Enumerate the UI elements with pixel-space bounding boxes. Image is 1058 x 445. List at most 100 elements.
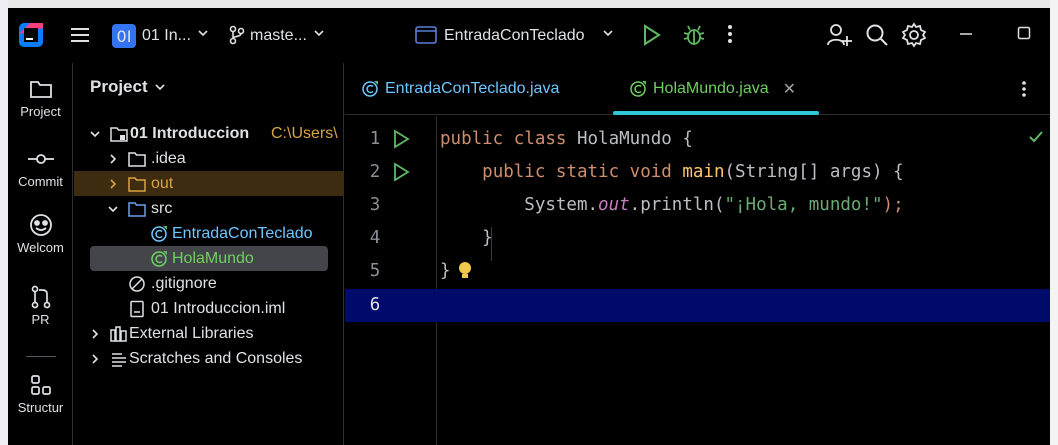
tool-project[interactable]: Project xyxy=(8,77,73,119)
chevron-right-icon[interactable] xyxy=(106,152,120,166)
no-problems-check-icon[interactable] xyxy=(1028,129,1044,150)
java-class-icon xyxy=(150,225,168,243)
project-switcher[interactable]: 01 In... xyxy=(142,27,191,45)
tree-item-path: C:\Users\ xyxy=(271,124,338,142)
line-number: 1 xyxy=(369,129,381,149)
ignore-file-icon xyxy=(128,275,146,293)
run-configuration-icon[interactable] xyxy=(414,24,438,46)
app-logo-icon[interactable] xyxy=(18,22,44,48)
code-line[interactable]: 3 System.out.println("¡Hola, mundo!"); xyxy=(345,189,1050,222)
tree-item-external-libraries[interactable]: External Libraries xyxy=(74,321,344,346)
chevron-down-icon[interactable] xyxy=(88,127,102,141)
tree-item-idea[interactable]: .idea xyxy=(74,146,344,171)
editor-tab-bar: EntradaConTeclado.java HolaMundo.java ✕ xyxy=(345,63,1050,115)
git-branch-icon[interactable] xyxy=(228,25,246,45)
pull-request-icon xyxy=(30,285,52,309)
chevron-down-icon[interactable] xyxy=(602,27,614,39)
tool-label: Commit xyxy=(18,174,63,189)
run-gutter-icon[interactable] xyxy=(391,128,411,155)
chevron-right-icon[interactable] xyxy=(88,327,102,341)
welcome-icon xyxy=(28,213,54,237)
run-icon[interactable] xyxy=(640,23,662,47)
tab-entradaconteclado[interactable]: EntradaConTeclado.java xyxy=(361,63,559,115)
chevron-right-icon[interactable] xyxy=(106,177,120,191)
tab-holamundo[interactable]: HolaMundo.java ✕ xyxy=(629,63,796,115)
tree-item-label: HolaMundo xyxy=(172,249,254,267)
toolbar-divider xyxy=(26,356,56,357)
folder-icon xyxy=(29,77,53,101)
code-line[interactable]: 2 public static void main(String[] args)… xyxy=(345,156,1050,189)
code-line-current[interactable]: 6 xyxy=(345,289,1050,322)
tree-item-scratches[interactable]: Scratches and Consoles xyxy=(74,346,344,371)
tool-label: Structur xyxy=(17,400,64,415)
java-class-icon xyxy=(361,80,379,98)
tab-label: HolaMundo.java xyxy=(653,80,769,97)
tree-item-label: out xyxy=(151,174,174,192)
search-icon[interactable] xyxy=(864,22,890,48)
debug-icon[interactable] xyxy=(682,22,706,48)
more-tabs-icon[interactable] xyxy=(1020,79,1028,104)
lightbulb-icon[interactable] xyxy=(458,261,472,286)
folder-icon xyxy=(128,150,146,168)
tree-item-label: Scratches and Consoles xyxy=(129,349,303,367)
code-text: public class HolaMundo { xyxy=(440,129,693,149)
add-user-icon[interactable] xyxy=(826,22,852,48)
tool-window-bar: Project Commit Welcom PR Structur xyxy=(8,63,73,445)
background-window-strip-right xyxy=(1050,0,1058,445)
run-configuration-selector[interactable]: EntradaConTeclado xyxy=(444,27,585,45)
line-number: 6 xyxy=(369,295,381,315)
run-gutter-icon[interactable] xyxy=(391,161,411,188)
code-text: } xyxy=(440,261,451,281)
line-number: 5 xyxy=(369,261,381,281)
chevron-down-icon[interactable] xyxy=(197,27,209,39)
code-line[interactable]: 4 } xyxy=(345,222,1050,255)
scratches-icon xyxy=(110,350,128,368)
tree-item-label: 01 Introduccion xyxy=(130,124,250,142)
chevron-down-icon[interactable] xyxy=(313,27,325,39)
tool-welcome[interactable]: Welcom xyxy=(8,213,73,255)
code-text: System.out.println("¡Hola, mundo!"); xyxy=(440,195,904,215)
project-panel-header[interactable]: Project xyxy=(90,77,166,97)
more-actions-icon[interactable] xyxy=(726,23,734,45)
project-badge[interactable]: 0I xyxy=(112,24,136,48)
commit-icon xyxy=(27,147,55,171)
ide-window: 0I 01 In... maste... EntradaConTeclado P… xyxy=(8,8,1050,445)
tree-item-iml[interactable]: 01 Introduccion.iml xyxy=(74,296,344,321)
code-text: } xyxy=(440,228,493,248)
tree-item-label: src xyxy=(151,199,173,217)
tool-label: Welcom xyxy=(17,240,64,255)
minimize-icon[interactable] xyxy=(958,22,974,46)
project-panel: Project 01 Introduccion C:\Users\ .idea … xyxy=(74,63,344,445)
maximize-icon[interactable] xyxy=(1017,26,1031,40)
tree-item-holamundo[interactable]: HolaMundo xyxy=(90,246,328,271)
close-icon[interactable]: ✕ xyxy=(783,79,796,99)
tree-item-src[interactable]: src xyxy=(74,196,344,221)
tree-item-label: EntradaConTeclado xyxy=(172,224,313,242)
tree-item-label: 01 Introduccion.iml xyxy=(151,299,286,317)
java-class-icon xyxy=(150,250,168,268)
line-number: 3 xyxy=(369,195,381,215)
java-class-icon xyxy=(629,80,647,98)
source-folder-icon xyxy=(128,200,146,218)
tree-item-gitignore[interactable]: .gitignore xyxy=(74,271,344,296)
code-line[interactable]: 5 } xyxy=(345,255,1050,288)
branch-switcher[interactable]: maste... xyxy=(250,27,307,45)
module-file-icon xyxy=(128,300,146,318)
code-line[interactable]: 1 public class HolaMundo { xyxy=(345,123,1050,156)
module-folder-icon xyxy=(110,125,128,143)
tool-structure[interactable]: Structur xyxy=(8,373,73,415)
library-icon xyxy=(110,325,128,343)
tool-pull-requests[interactable]: PR xyxy=(8,285,73,327)
main-menu-icon[interactable] xyxy=(69,24,91,46)
tool-commit[interactable]: Commit xyxy=(8,147,73,189)
chevron-down-icon[interactable] xyxy=(106,202,120,216)
tree-item-entrada[interactable]: EntradaConTeclado xyxy=(74,221,344,246)
active-tab-indicator xyxy=(613,111,819,115)
chevron-down-icon[interactable] xyxy=(154,81,166,93)
tree-item-root[interactable]: 01 Introduccion C:\Users\ xyxy=(74,121,344,146)
tool-label: PR xyxy=(31,312,50,327)
chevron-right-icon[interactable] xyxy=(88,352,102,366)
gear-icon[interactable] xyxy=(901,22,927,48)
tree-item-label: External Libraries xyxy=(129,324,254,342)
tree-item-out[interactable]: out xyxy=(74,171,344,196)
